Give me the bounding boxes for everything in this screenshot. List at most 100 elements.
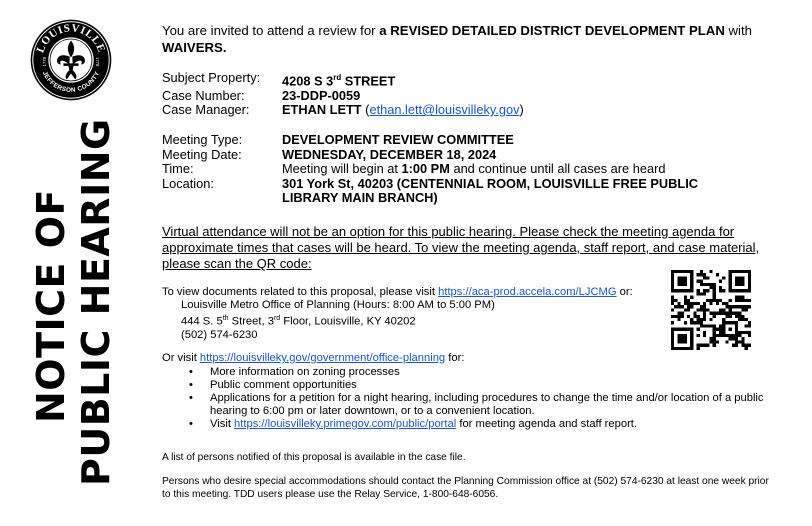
qr-module bbox=[699, 305, 703, 309]
qr-module bbox=[728, 321, 732, 325]
qr-module bbox=[671, 314, 675, 318]
qr-module bbox=[725, 302, 729, 306]
qr-module bbox=[699, 273, 703, 277]
qr-module bbox=[709, 286, 713, 290]
svg-text:1778: 1778 bbox=[95, 57, 100, 67]
virtual-attendance-note: Virtual attendance will not be an option… bbox=[162, 224, 760, 271]
qr-module bbox=[744, 346, 748, 350]
qr-module bbox=[671, 308, 675, 312]
qr-module bbox=[744, 343, 748, 347]
qr-module bbox=[722, 302, 726, 306]
documents-suffix: or: bbox=[616, 286, 633, 298]
qr-module bbox=[744, 330, 748, 334]
qr-module bbox=[693, 302, 697, 306]
qr-module bbox=[712, 289, 716, 293]
qr-module bbox=[703, 276, 707, 280]
case-manager-email-link[interactable]: ethan.lett@louisvilleky.gov bbox=[369, 102, 519, 118]
qr-module bbox=[683, 337, 687, 341]
qr-module bbox=[715, 298, 719, 302]
qr-module bbox=[741, 308, 745, 312]
qr-module bbox=[735, 340, 739, 344]
qr-module bbox=[719, 289, 723, 293]
qr-module bbox=[747, 276, 751, 280]
qr-module bbox=[680, 305, 684, 309]
qr-module bbox=[699, 321, 703, 325]
qr-module bbox=[738, 314, 742, 318]
qr-module bbox=[731, 305, 735, 309]
qr-module bbox=[677, 327, 681, 331]
qr-module bbox=[719, 330, 723, 334]
qr-module bbox=[747, 321, 751, 325]
qr-module bbox=[690, 289, 694, 293]
meeting-date-label: Meeting Date: bbox=[162, 146, 242, 162]
intro-mid: with bbox=[724, 23, 752, 38]
qr-module bbox=[703, 318, 707, 322]
qr-module bbox=[671, 302, 675, 306]
qr-module bbox=[712, 343, 716, 347]
qr-module bbox=[709, 298, 713, 302]
qr-module bbox=[744, 298, 748, 302]
subject-property-street: STREET bbox=[341, 73, 396, 89]
time-start: 1:00 PM bbox=[401, 161, 450, 176]
qr-module bbox=[683, 334, 687, 338]
qr-module bbox=[735, 330, 739, 334]
qr-module bbox=[728, 327, 732, 331]
qr-module bbox=[677, 318, 681, 322]
qr-module bbox=[687, 308, 691, 312]
accela-link[interactable]: https://aca-prod.accela.com/LJCMG bbox=[438, 286, 616, 298]
qr-module bbox=[741, 318, 745, 322]
qr-module bbox=[671, 327, 675, 331]
qr-module bbox=[703, 343, 707, 347]
qr-module bbox=[741, 314, 745, 318]
bullet: • bbox=[189, 379, 193, 391]
documents-section: To view documents related to this propos… bbox=[162, 286, 633, 342]
meeting-date-row: Meeting Date: WEDNESDAY, DECEMBER 18, 20… bbox=[162, 146, 762, 163]
qr-module bbox=[674, 289, 678, 293]
qr-module bbox=[677, 346, 681, 350]
or-visit-suffix: for: bbox=[445, 352, 465, 364]
qr-module bbox=[687, 302, 691, 306]
qr-module bbox=[741, 289, 745, 293]
qr-module bbox=[725, 334, 729, 338]
qr-module bbox=[731, 343, 735, 347]
qr-module bbox=[747, 282, 751, 286]
qr-module bbox=[696, 314, 700, 318]
primegov-portal-link[interactable]: https://louisvilleky.primegov.com/public… bbox=[234, 418, 456, 430]
address-part-c: Floor, Louisville, KY 40202 bbox=[280, 315, 416, 328]
qr-module bbox=[741, 343, 745, 347]
qr-module bbox=[693, 311, 697, 315]
qr-module bbox=[677, 340, 681, 344]
subject-property-row: Subject Property: 4208 S 3rd STREET bbox=[162, 70, 524, 89]
qr-module bbox=[706, 276, 710, 280]
qr-module bbox=[709, 282, 713, 286]
qr-module bbox=[712, 286, 716, 290]
qr-module bbox=[680, 311, 684, 315]
qr-module bbox=[690, 273, 694, 277]
email-close-paren: ) bbox=[519, 102, 524, 118]
qr-module bbox=[735, 324, 739, 328]
qr-module bbox=[712, 311, 716, 315]
qr-module bbox=[728, 337, 732, 341]
qr-module bbox=[719, 327, 723, 331]
qr-module bbox=[728, 276, 732, 280]
qr-module bbox=[715, 273, 719, 277]
qr-code[interactable] bbox=[671, 270, 751, 350]
intro-plan-type: a REVISED DETAILED DISTRICT DEVELOPMENT … bbox=[379, 23, 725, 38]
subject-property-value: 4208 S 3rd STREET bbox=[282, 71, 395, 89]
qr-module bbox=[680, 282, 684, 286]
qr-module bbox=[712, 314, 716, 318]
qr-module bbox=[703, 308, 707, 312]
qr-module bbox=[735, 311, 739, 315]
qr-module bbox=[722, 334, 726, 338]
qr-module bbox=[715, 334, 719, 338]
qr-module bbox=[747, 343, 751, 347]
office-planning-link[interactable]: https://louisvilleky.gov/government/offi… bbox=[200, 352, 445, 364]
qr-module bbox=[671, 334, 675, 338]
qr-module bbox=[696, 343, 700, 347]
qr-module bbox=[735, 295, 739, 299]
qr-module bbox=[747, 273, 751, 277]
qr-module bbox=[690, 318, 694, 322]
qr-module bbox=[671, 286, 675, 290]
documents-prefix: To view documents related to this propos… bbox=[162, 286, 439, 298]
qr-module bbox=[741, 282, 745, 286]
